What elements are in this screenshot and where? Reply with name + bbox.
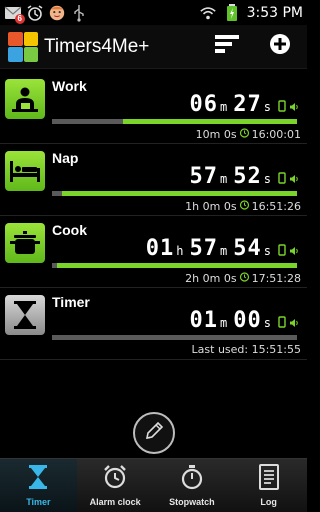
timer-name: Timer <box>52 294 90 310</box>
last-used-label: Last used: 15:51:55 <box>191 343 301 356</box>
sort-icon[interactable] <box>215 34 239 59</box>
tab-label: Log <box>260 497 277 507</box>
tab-timer[interactable]: Timer <box>0 459 77 512</box>
alarm-icon <box>26 4 44 22</box>
seconds-digits: 00 <box>233 308 262 333</box>
hours-unit: h <box>176 244 184 258</box>
seconds-unit: s <box>263 244 271 258</box>
minutes-unit: m <box>220 316 228 330</box>
timer-name: Work <box>52 78 87 94</box>
sound-icon[interactable] <box>289 315 299 333</box>
timer-detail: 2h 0m 0s 17:51:28 <box>185 271 301 285</box>
seconds-unit: s <box>263 172 271 186</box>
timer-detail: 1h 0m 0s 16:51:26 <box>185 199 301 213</box>
tab-stopwatch[interactable]: Stopwatch <box>154 459 231 512</box>
tab-label: Timer <box>26 497 51 507</box>
alarm-clock-icon <box>102 464 128 495</box>
progress-bar <box>52 263 297 268</box>
alarm-clock-small-icon <box>239 271 250 285</box>
vibrate-icon[interactable] <box>278 99 286 117</box>
hourglass-icon <box>27 464 49 495</box>
timer-item-timer[interactable]: Timer 01 m 00 s Last used: 15:51:55 <box>0 288 307 360</box>
remaining-time: 06 m 27 s <box>190 92 271 117</box>
sound-icon[interactable] <box>289 243 299 261</box>
pot-icon <box>5 223 45 263</box>
minutes-digits: 01 <box>189 308 219 333</box>
stopwatch-icon <box>179 464 205 495</box>
wifi-icon <box>199 4 217 22</box>
hours-digits: 01 <box>145 236 175 261</box>
minutes-digits: 06 <box>189 92 219 117</box>
status-time: 3:53 PM <box>246 4 303 21</box>
remaining-time: 01 h 57 m 54 s <box>146 236 271 261</box>
usb-icon <box>70 4 88 22</box>
timer-item-cook[interactable]: Cook 01 h 57 m 54 s 2h 0m 0s 17:51:28 <box>0 216 307 288</box>
tab-alarm-clock[interactable]: Alarm clock <box>77 459 154 512</box>
bed-icon <box>5 151 45 191</box>
edit-button[interactable] <box>133 412 175 454</box>
timer-name: Cook <box>52 222 87 238</box>
mail-badge: 6 <box>14 13 25 24</box>
progress-bar <box>52 335 297 340</box>
timer-item-nap[interactable]: Nap 57 m 52 s 1h 0m 0s 16:51:26 <box>0 144 307 216</box>
minutes-unit: m <box>220 100 228 114</box>
tab-label: Alarm clock <box>89 497 141 507</box>
end-time: 16:00:01 <box>251 127 301 141</box>
sound-icon[interactable] <box>289 171 299 189</box>
progress-fill <box>123 119 297 124</box>
seconds-digits: 27 <box>233 92 262 117</box>
app-logo-icon <box>8 31 38 62</box>
hourglass-icon <box>5 295 45 335</box>
tab-label: Stopwatch <box>169 497 215 507</box>
tab-log[interactable]: Log <box>230 459 307 512</box>
minutes-digits: 57 <box>189 164 219 189</box>
vibrate-icon[interactable] <box>278 171 286 189</box>
timer-list: Work 06 m 27 s 10m 0s 16:00:01 Nap 57 m 52 s <box>0 72 307 360</box>
seconds-digits: 52 <box>233 164 262 189</box>
timer-duration: 2h 0m 0s <box>185 271 237 285</box>
bottom-navigation: Timer Alarm clock Stopwatch Log <box>0 458 307 512</box>
app-title: Timers4Me+ <box>44 35 150 57</box>
seconds-digits: 54 <box>233 236 262 261</box>
timer-detail: 10m 0s 16:00:01 <box>196 127 301 141</box>
timer-name: Nap <box>52 150 79 166</box>
progress-fill <box>61 191 297 196</box>
log-icon <box>258 464 280 495</box>
timer-duration: 1h 0m 0s <box>185 199 237 213</box>
timer-detail: Last used: 15:51:55 <box>192 343 301 356</box>
progress-bar <box>52 119 297 124</box>
alarm-clock-small-icon <box>239 127 250 141</box>
status-bar: 6 3:53 PM <box>0 0 307 25</box>
battery-icon <box>223 3 241 22</box>
end-time: 16:51:26 <box>251 199 301 213</box>
add-icon[interactable] <box>269 33 291 60</box>
sound-icon[interactable] <box>289 99 299 117</box>
remaining-time: 01 m 00 s <box>190 308 271 333</box>
remaining-time: 57 m 52 s <box>190 164 271 189</box>
progress-bar <box>52 191 297 196</box>
minutes-digits: 57 <box>189 236 219 261</box>
seconds-unit: s <box>263 100 271 114</box>
minutes-unit: m <box>220 244 228 258</box>
alarm-clock-small-icon <box>239 199 250 213</box>
avatar-icon <box>48 4 66 22</box>
mail-icon: 6 <box>4 4 25 24</box>
timer-item-work[interactable]: Work 06 m 27 s 10m 0s 16:00:01 <box>0 72 307 144</box>
end-time: 17:51:28 <box>251 271 301 285</box>
vibrate-icon[interactable] <box>278 243 286 261</box>
seconds-unit: s <box>263 316 271 330</box>
pencil-icon <box>143 420 165 447</box>
vibrate-icon[interactable] <box>278 315 286 333</box>
timer-duration: 10m 0s <box>195 127 237 141</box>
app-header: Timers4Me+ <box>0 25 307 69</box>
worker-icon <box>5 79 45 119</box>
progress-fill <box>56 263 297 268</box>
minutes-unit: m <box>220 172 228 186</box>
